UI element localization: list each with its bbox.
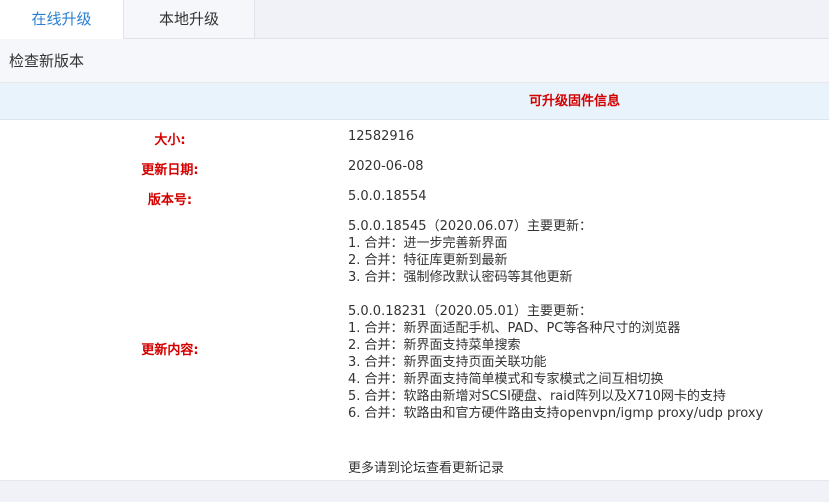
- firmware-table-header: 可升级固件信息: [0, 84, 829, 120]
- size-label: 大小:: [154, 133, 186, 148]
- version-label: 版本号:: [147, 193, 193, 208]
- content-line: 1. 合并：进一步完善新界面: [348, 236, 508, 251]
- tab-bar: 在线升级 本地升级: [0, 0, 829, 39]
- section-title: 检查新版本: [0, 39, 829, 83]
- firmware-info-table: 可升级固件信息 大小: 12582916 更新日期: 2020-06-08 版本…: [0, 84, 829, 480]
- content-line: 5.0.0.18231（2020.05.01）主要更新：: [348, 304, 592, 319]
- content-line: 2. 合并：新界面支持菜单搜索: [348, 338, 521, 353]
- update-content: 5.0.0.18545（2020.06.07）主要更新： 1. 合并：进一步完善…: [348, 218, 763, 422]
- content-line: 2. 合并：特征库更新到最新: [348, 253, 508, 268]
- more-changelog-text: 更多请到论坛查看更新记录: [348, 461, 505, 476]
- firmware-table-title: 可升级固件信息: [529, 94, 621, 109]
- content-line: 6. 合并：软路由和官方硬件路由支持openvpn/igmp proxy/udp…: [348, 406, 764, 421]
- version-value: 5.0.0.18554: [348, 189, 427, 204]
- content-line: 1. 合并：新界面适配手机、PAD、PC等各种尺寸的浏览器: [348, 321, 681, 336]
- update-content-label: 更新内容:: [141, 343, 199, 358]
- tab-local-upgrade[interactable]: 本地升级: [124, 0, 255, 38]
- tab-online-upgrade[interactable]: 在线升级: [0, 0, 124, 39]
- bottom-area: [0, 480, 829, 502]
- content-line: 5.0.0.18545（2020.06.07）主要更新：: [348, 219, 592, 234]
- content-line: 4. 合并：新界面支持简单模式和专家模式之间互相切换: [348, 372, 664, 387]
- update-date-label: 更新日期:: [141, 163, 199, 178]
- content-line: 5. 合并：软路由新增对SCSI硬盘、raid阵列以及X710网卡的支持: [348, 389, 726, 404]
- content-line: 3. 合并：新界面支持页面关联功能: [348, 355, 547, 370]
- update-date-value: 2020-06-08: [348, 159, 424, 174]
- content-line: 3. 合并：强制修改默认密码等其他更新: [348, 270, 573, 285]
- size-value: 12582916: [348, 129, 415, 144]
